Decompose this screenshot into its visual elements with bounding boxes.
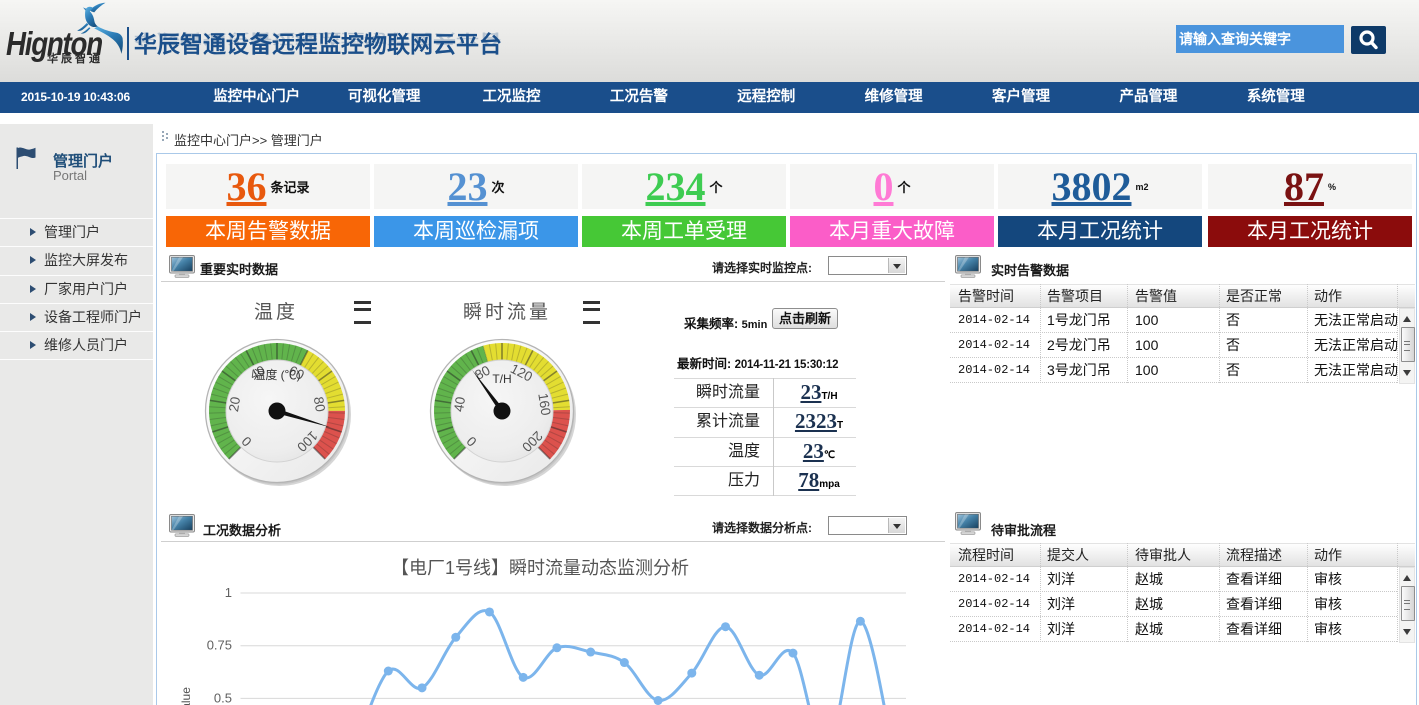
svg-text:0.75: 0.75: [207, 638, 232, 653]
svg-text:T/H: T/H: [492, 372, 511, 386]
svg-text:80: 80: [311, 396, 328, 413]
svg-text:0.5: 0.5: [214, 690, 232, 705]
svg-text:1: 1: [225, 585, 232, 600]
svg-text:20: 20: [226, 396, 243, 413]
svg-text:温度 (℃): 温度 (℃): [253, 367, 300, 382]
svg-text:Value: Value: [179, 687, 193, 705]
svg-text:40: 40: [451, 396, 468, 413]
